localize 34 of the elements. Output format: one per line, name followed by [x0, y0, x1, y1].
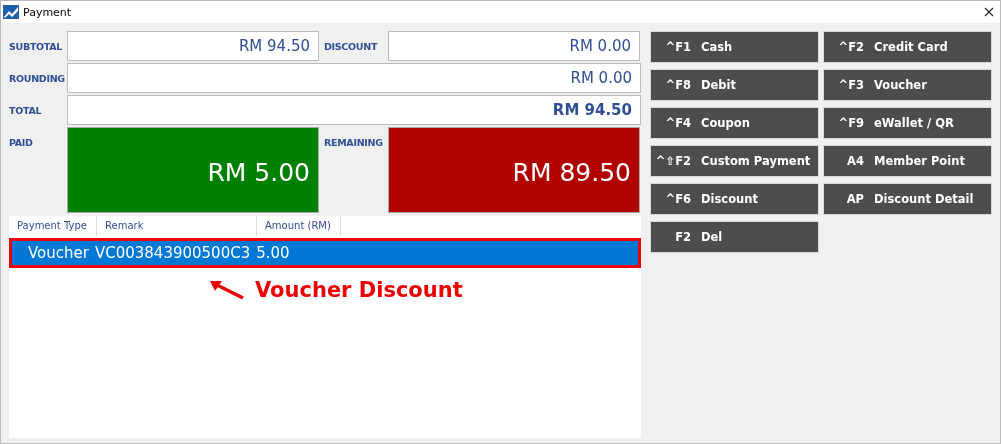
column-header[interactable]: Payment Type [9, 216, 97, 236]
column-header[interactable]: Amount (RM) [257, 216, 341, 236]
window-title: Payment [23, 5, 72, 19]
column-header[interactable]: Remark [97, 216, 257, 236]
payment-button[interactable]: F2 Del [650, 221, 819, 253]
table-cell: Voucher [28, 244, 89, 262]
subtotal-field: RM 94.50 [67, 31, 319, 61]
paid-panel: RM 5.00 [67, 127, 319, 213]
remaining-panel: RM 89.50 [388, 127, 640, 213]
field-label: REMAINING [324, 136, 384, 150]
payment-button[interactable]: ^F8 Debit [650, 69, 819, 101]
payment-button[interactable]: ^⇧F2 Custom Payment [650, 145, 819, 177]
payment-button[interactable]: ^F3 Voucher [823, 69, 992, 101]
payment-button[interactable]: ^F6 Discount [650, 183, 819, 215]
arrow-icon [209, 279, 245, 301]
rounding-field: RM 0.00 [67, 63, 641, 93]
payment-button[interactable]: AP Discount Detail [823, 183, 992, 215]
field-label: DISCOUNT [324, 40, 379, 52]
table-cell: 5.00 [256, 244, 290, 262]
total-field: RM 94.50 [67, 95, 641, 125]
field-label: TOTAL [9, 104, 43, 116]
field-label: PAID [9, 136, 34, 150]
table-row[interactable]: Voucher VC003843900500C3 5.00 [12, 241, 638, 265]
payment-button[interactable]: ^F1 Cash [650, 31, 819, 63]
field-label: ROUNDING [9, 72, 66, 84]
close-icon[interactable] [984, 7, 994, 17]
field-label: SUBTOTAL [9, 40, 64, 52]
payment-button[interactable]: ^F2 Credit Card [823, 31, 992, 63]
table-cell: VC003843900500C3 [94, 244, 251, 262]
annotation-text: Voucher Discount [255, 278, 463, 302]
payment-button[interactable]: A4 Member Point [823, 145, 992, 177]
discount-field: RM 0.00 [388, 31, 640, 61]
payment-button[interactable]: ^F4 Coupon [650, 107, 819, 139]
payment-button[interactable]: ^F9 eWallet / QR [823, 107, 992, 139]
